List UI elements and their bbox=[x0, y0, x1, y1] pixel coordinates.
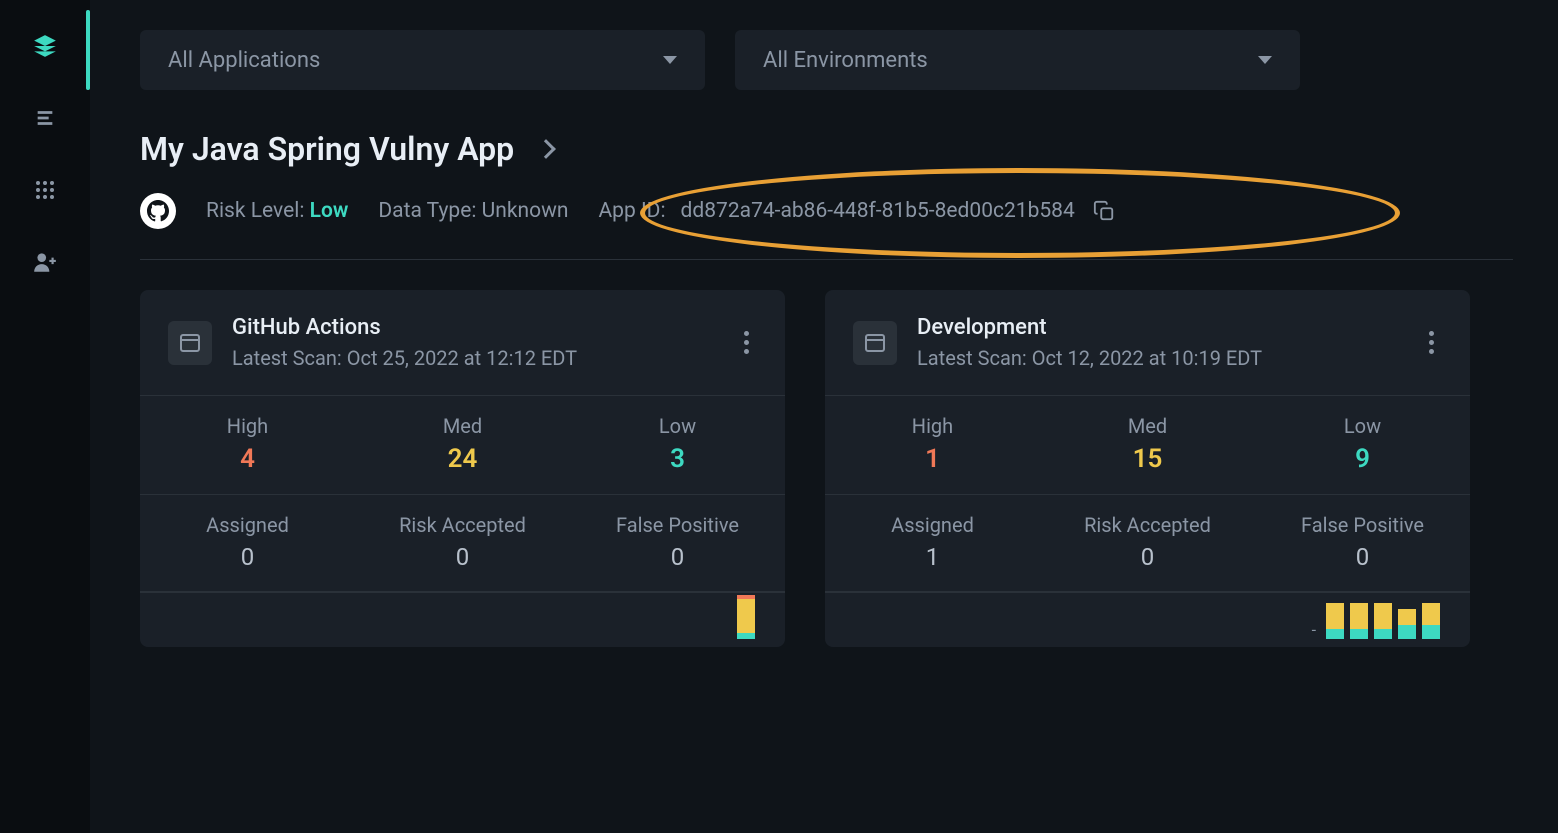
data-type-label: Data Type: bbox=[378, 199, 476, 223]
cards-row: GitHub Actions Latest Scan: Oct 25, 2022… bbox=[140, 290, 1513, 647]
stat-assigned-label: Assigned bbox=[140, 513, 355, 537]
copy-icon[interactable] bbox=[1090, 197, 1118, 225]
risk-level-label: Risk Level: bbox=[206, 199, 304, 223]
card-subtitle: Latest Scan: Oct 12, 2022 at 10:19 EDT bbox=[917, 346, 1401, 370]
stat-accepted-label: Risk Accepted bbox=[355, 513, 570, 537]
scan-prefix: Latest Scan: bbox=[232, 346, 342, 370]
severity-med-label: Med bbox=[355, 414, 570, 438]
severity-low-value: 9 bbox=[1255, 444, 1470, 474]
scan-card-development: Development Latest Scan: Oct 12, 2022 at… bbox=[825, 290, 1470, 647]
card-title-block: Development Latest Scan: Oct 12, 2022 at… bbox=[917, 315, 1401, 370]
environments-dropdown[interactable]: All Environments bbox=[735, 30, 1300, 90]
severity-high-label: High bbox=[140, 414, 355, 438]
card-menu-icon[interactable] bbox=[1421, 323, 1442, 362]
nav-menu-icon[interactable] bbox=[29, 102, 61, 134]
sidebar bbox=[0, 0, 90, 833]
main-content: All Applications All Environments My Jav… bbox=[90, 0, 1558, 833]
nav-grid-icon[interactable] bbox=[29, 174, 61, 206]
nav-layers-icon[interactable] bbox=[29, 30, 61, 62]
title-row: My Java Spring Vulny App bbox=[140, 130, 1513, 168]
github-icon[interactable] bbox=[140, 193, 176, 229]
severity-low-value: 3 bbox=[570, 444, 785, 474]
severity-low-label: Low bbox=[1255, 414, 1470, 438]
severity-med-label: Med bbox=[1040, 414, 1255, 438]
environments-dropdown-label: All Environments bbox=[763, 48, 928, 73]
severity-low[interactable]: Low 9 bbox=[1255, 396, 1470, 494]
app-id-group: App ID: dd872a74-ab86-448f-81b5-8ed00c21… bbox=[598, 197, 1117, 225]
severity-med[interactable]: Med 15 bbox=[1040, 396, 1255, 494]
spark-bar bbox=[1350, 603, 1368, 639]
page-title: My Java Spring Vulny App bbox=[140, 130, 514, 168]
spark-bar bbox=[737, 595, 755, 639]
severity-med[interactable]: Med 24 bbox=[355, 396, 570, 494]
stat-false-positive: False Positive 0 bbox=[1255, 495, 1470, 591]
chevron-down-icon bbox=[1258, 56, 1272, 64]
stat-fp-label: False Positive bbox=[570, 513, 785, 537]
stat-accepted: Risk Accepted 0 bbox=[1040, 495, 1255, 591]
card-subtitle: Latest Scan: Oct 25, 2022 at 12:12 EDT bbox=[232, 346, 716, 370]
stats-row: Assigned 1 Risk Accepted 0 False Positiv… bbox=[825, 495, 1470, 592]
applications-dropdown-label: All Applications bbox=[168, 48, 320, 73]
spark-bar bbox=[1326, 603, 1344, 639]
risk-level: Risk Level: Low bbox=[206, 199, 348, 223]
card-title-block: GitHub Actions Latest Scan: Oct 25, 2022… bbox=[232, 315, 716, 370]
card-title: GitHub Actions bbox=[232, 315, 716, 340]
card-header: Development Latest Scan: Oct 12, 2022 at… bbox=[825, 290, 1470, 396]
applications-dropdown[interactable]: All Applications bbox=[140, 30, 705, 90]
chevron-right-icon[interactable] bbox=[536, 139, 556, 159]
spark-dash: - bbox=[1312, 620, 1316, 639]
card-header: GitHub Actions Latest Scan: Oct 25, 2022… bbox=[140, 290, 785, 396]
data-type-value: Unknown bbox=[482, 199, 569, 223]
severity-high[interactable]: High 1 bbox=[825, 396, 1040, 494]
severity-high-value: 4 bbox=[140, 444, 355, 474]
spark-bar bbox=[1398, 609, 1416, 639]
meta-row: Risk Level: Low Data Type: Unknown App I… bbox=[140, 193, 1513, 260]
stat-fp-label: False Positive bbox=[1255, 513, 1470, 537]
stat-assigned: Assigned 1 bbox=[825, 495, 1040, 591]
scan-date: Oct 25, 2022 at 12:12 EDT bbox=[347, 346, 577, 370]
severity-row: High 4 Med 24 Low 3 bbox=[140, 396, 785, 495]
sparkline: - bbox=[825, 592, 1470, 647]
severity-med-value: 24 bbox=[355, 444, 570, 474]
app-id-value: dd872a74-ab86-448f-81b5-8ed00c21b584 bbox=[681, 199, 1075, 223]
severity-low-label: Low bbox=[570, 414, 785, 438]
scan-card-github-actions: GitHub Actions Latest Scan: Oct 25, 2022… bbox=[140, 290, 785, 647]
stat-accepted-value: 0 bbox=[355, 543, 570, 571]
severity-high-label: High bbox=[825, 414, 1040, 438]
severity-row: High 1 Med 15 Low 9 bbox=[825, 396, 1470, 495]
stat-fp-value: 0 bbox=[570, 543, 785, 571]
spark-bar bbox=[1374, 603, 1392, 639]
spark-bar bbox=[1422, 603, 1440, 639]
browser-icon bbox=[168, 321, 212, 365]
severity-med-value: 15 bbox=[1040, 444, 1255, 474]
stat-assigned: Assigned 0 bbox=[140, 495, 355, 591]
scan-date: Oct 12, 2022 at 10:19 EDT bbox=[1032, 346, 1262, 370]
stat-accepted-label: Risk Accepted bbox=[1040, 513, 1255, 537]
stat-false-positive: False Positive 0 bbox=[570, 495, 785, 591]
severity-high[interactable]: High 4 bbox=[140, 396, 355, 494]
stat-assigned-label: Assigned bbox=[825, 513, 1040, 537]
browser-icon bbox=[853, 321, 897, 365]
stat-assigned-value: 0 bbox=[140, 543, 355, 571]
filter-bar: All Applications All Environments bbox=[140, 30, 1513, 90]
nav-add-user-icon[interactable] bbox=[29, 246, 61, 278]
risk-level-value: Low bbox=[310, 199, 349, 223]
stat-accepted: Risk Accepted 0 bbox=[355, 495, 570, 591]
stats-row: Assigned 0 Risk Accepted 0 False Positiv… bbox=[140, 495, 785, 592]
chevron-down-icon bbox=[663, 56, 677, 64]
stat-assigned-value: 1 bbox=[825, 543, 1040, 571]
data-type: Data Type: Unknown bbox=[378, 199, 568, 223]
severity-low[interactable]: Low 3 bbox=[570, 396, 785, 494]
card-title: Development bbox=[917, 315, 1401, 340]
severity-high-value: 1 bbox=[825, 444, 1040, 474]
sparkline bbox=[140, 592, 785, 647]
card-menu-icon[interactable] bbox=[736, 323, 757, 362]
scan-prefix: Latest Scan: bbox=[917, 346, 1027, 370]
stat-accepted-value: 0 bbox=[1040, 543, 1255, 571]
app-id-label: App ID: bbox=[598, 199, 665, 223]
stat-fp-value: 0 bbox=[1255, 543, 1470, 571]
